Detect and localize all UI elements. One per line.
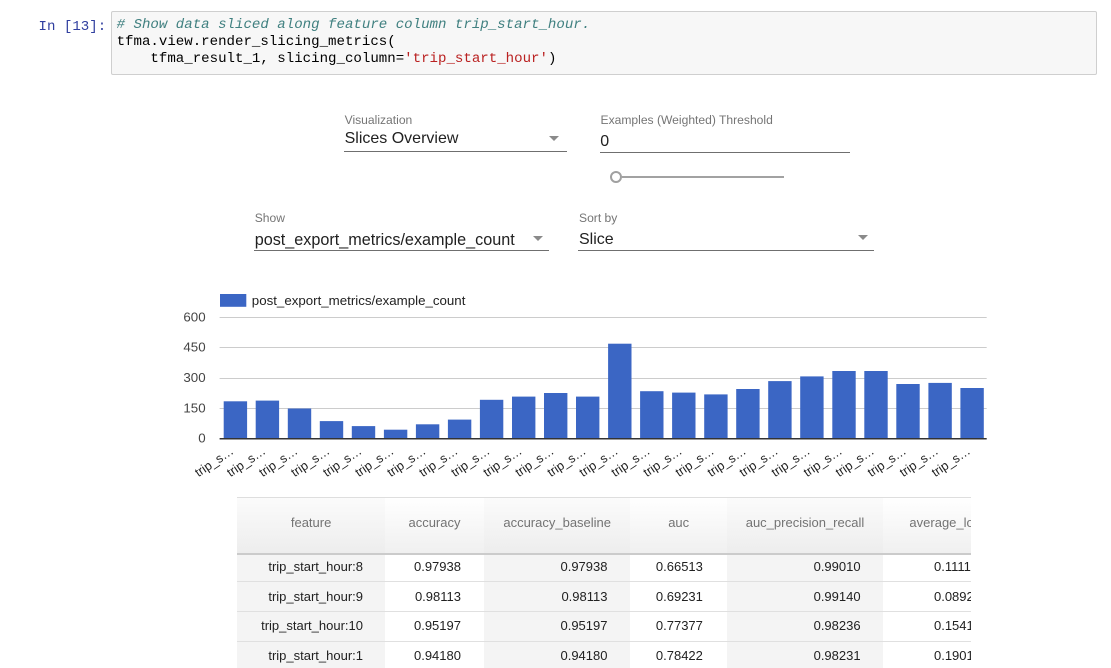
svg-text:150: 150 (183, 400, 205, 415)
svg-text:post_export_metrics/example_co: post_export_metrics/example_count (252, 293, 466, 308)
svg-text:0: 0 (198, 431, 205, 446)
svg-text:450: 450 (183, 339, 205, 354)
svg-text:600: 600 (183, 309, 205, 324)
svg-text:300: 300 (183, 370, 205, 385)
